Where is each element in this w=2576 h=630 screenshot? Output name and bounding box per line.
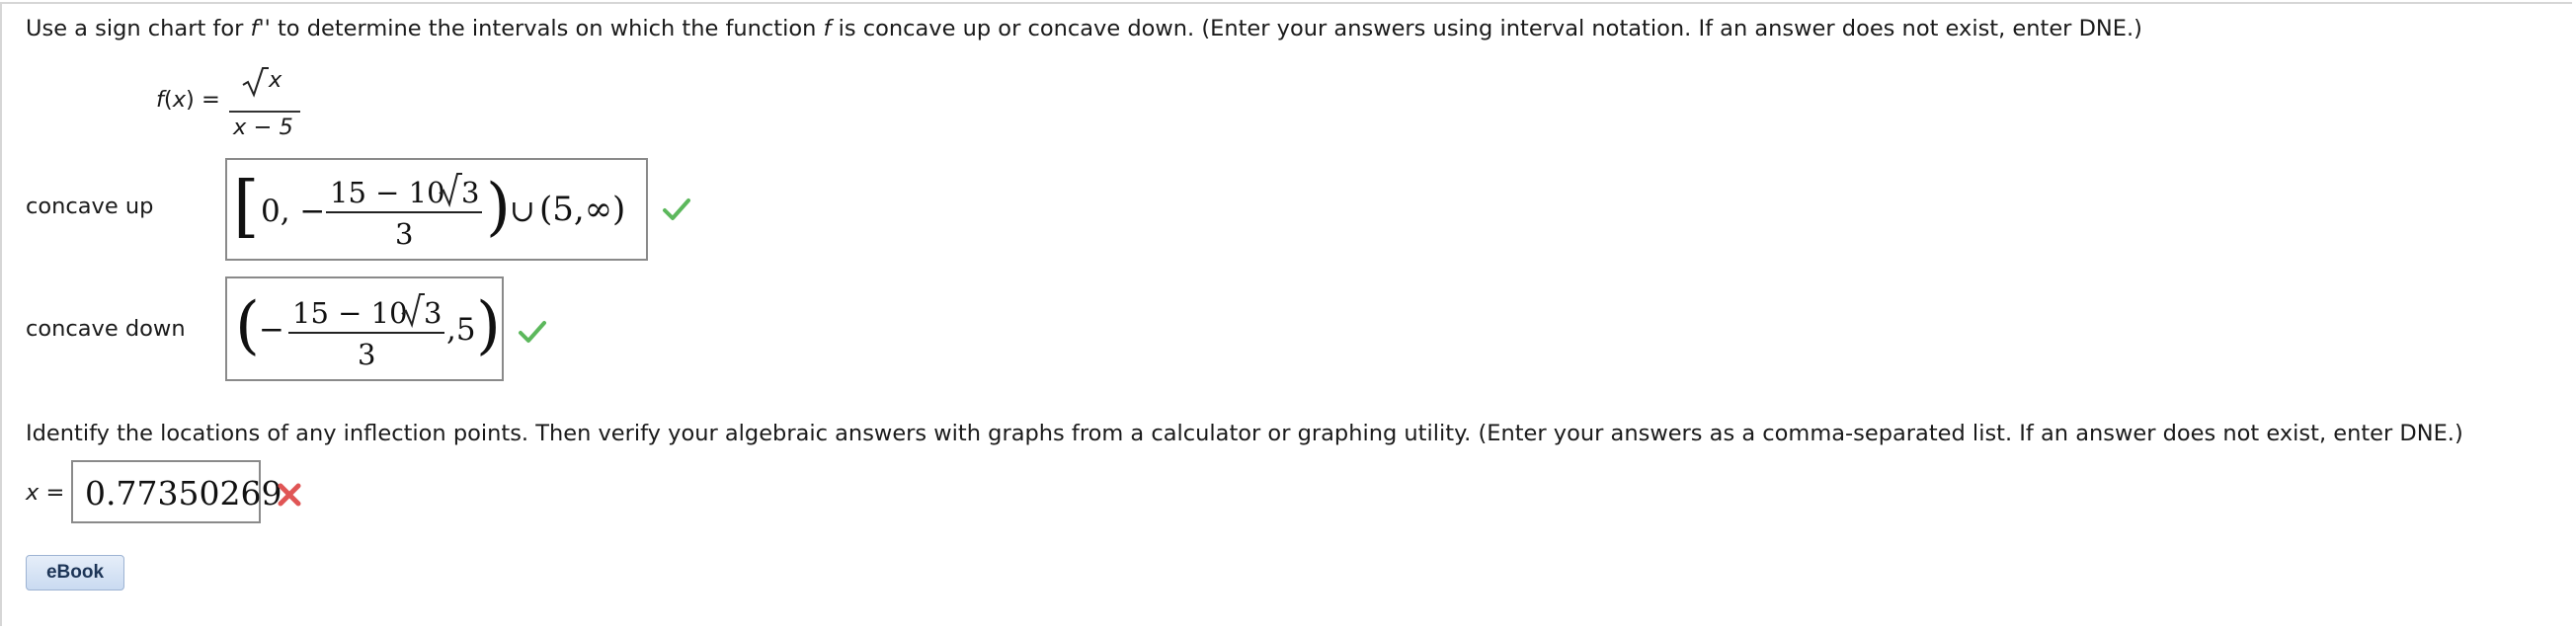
question-instruction: Use a sign chart for f'' to determine th… bbox=[26, 16, 2142, 41]
ebook-button[interactable]: eBook bbox=[26, 555, 124, 591]
concave-down-label: concave down bbox=[26, 316, 186, 342]
function-fraction: x x − 5 bbox=[229, 63, 300, 142]
concave-up-label: concave up bbox=[26, 194, 154, 219]
concave-down-numerator: 15 − 10 bbox=[292, 296, 408, 330]
inflection-instruction: Identify the locations of any inflection… bbox=[26, 421, 2463, 446]
concave-up-denominator: 3 bbox=[395, 217, 414, 251]
sqrt-icon bbox=[439, 173, 462, 207]
sqrt-icon bbox=[242, 67, 269, 98]
union-symbol: ∪ bbox=[510, 194, 535, 229]
concave-up-tail: (5,∞) bbox=[539, 190, 626, 229]
function-denominator: x − 5 bbox=[233, 115, 293, 140]
inflection-answer: 0.77350269 bbox=[85, 474, 282, 512]
concave-up-radicand: 3 bbox=[461, 176, 480, 209]
sqrt-icon bbox=[401, 293, 425, 328]
concave-down-fraction-bar bbox=[288, 332, 444, 334]
concave-down-close-paren: ) bbox=[476, 289, 501, 362]
concave-down-radicand: 3 bbox=[424, 296, 443, 330]
concave-up-answer-box[interactable]: [ 0, − 15 − 10 3 3 ) ∪ (5,∞) bbox=[225, 158, 648, 261]
inflection-answer-box[interactable]: 0.77350269 bbox=[71, 460, 282, 523]
f-double-prime: f'' bbox=[250, 16, 271, 41]
function-label: f(x) = bbox=[156, 87, 220, 113]
concave-up-numerator: 15 − 10 bbox=[330, 176, 445, 209]
concave-down-lead: − bbox=[259, 312, 284, 348]
cross-icon bbox=[278, 483, 301, 507]
function-numerator: x bbox=[269, 67, 282, 93]
concave-down-denominator: 3 bbox=[358, 338, 376, 371]
concave-down-answer-box[interactable]: ( − 15 − 10 3 3 ,5 ) bbox=[225, 276, 504, 381]
concave-up-close-paren: ) bbox=[486, 171, 511, 244]
fraction-bar bbox=[229, 111, 300, 113]
concave-down-tail: ,5 bbox=[446, 312, 476, 348]
concave-up-lead: 0, − bbox=[261, 194, 326, 229]
concave-down-open-paren: ( bbox=[235, 289, 260, 362]
concave-up-fraction-bar bbox=[326, 211, 482, 213]
check-icon bbox=[519, 321, 546, 343]
concave-up-open-bracket: [ bbox=[233, 168, 260, 246]
inflection-label: x = bbox=[26, 480, 65, 506]
check-icon bbox=[663, 198, 690, 220]
